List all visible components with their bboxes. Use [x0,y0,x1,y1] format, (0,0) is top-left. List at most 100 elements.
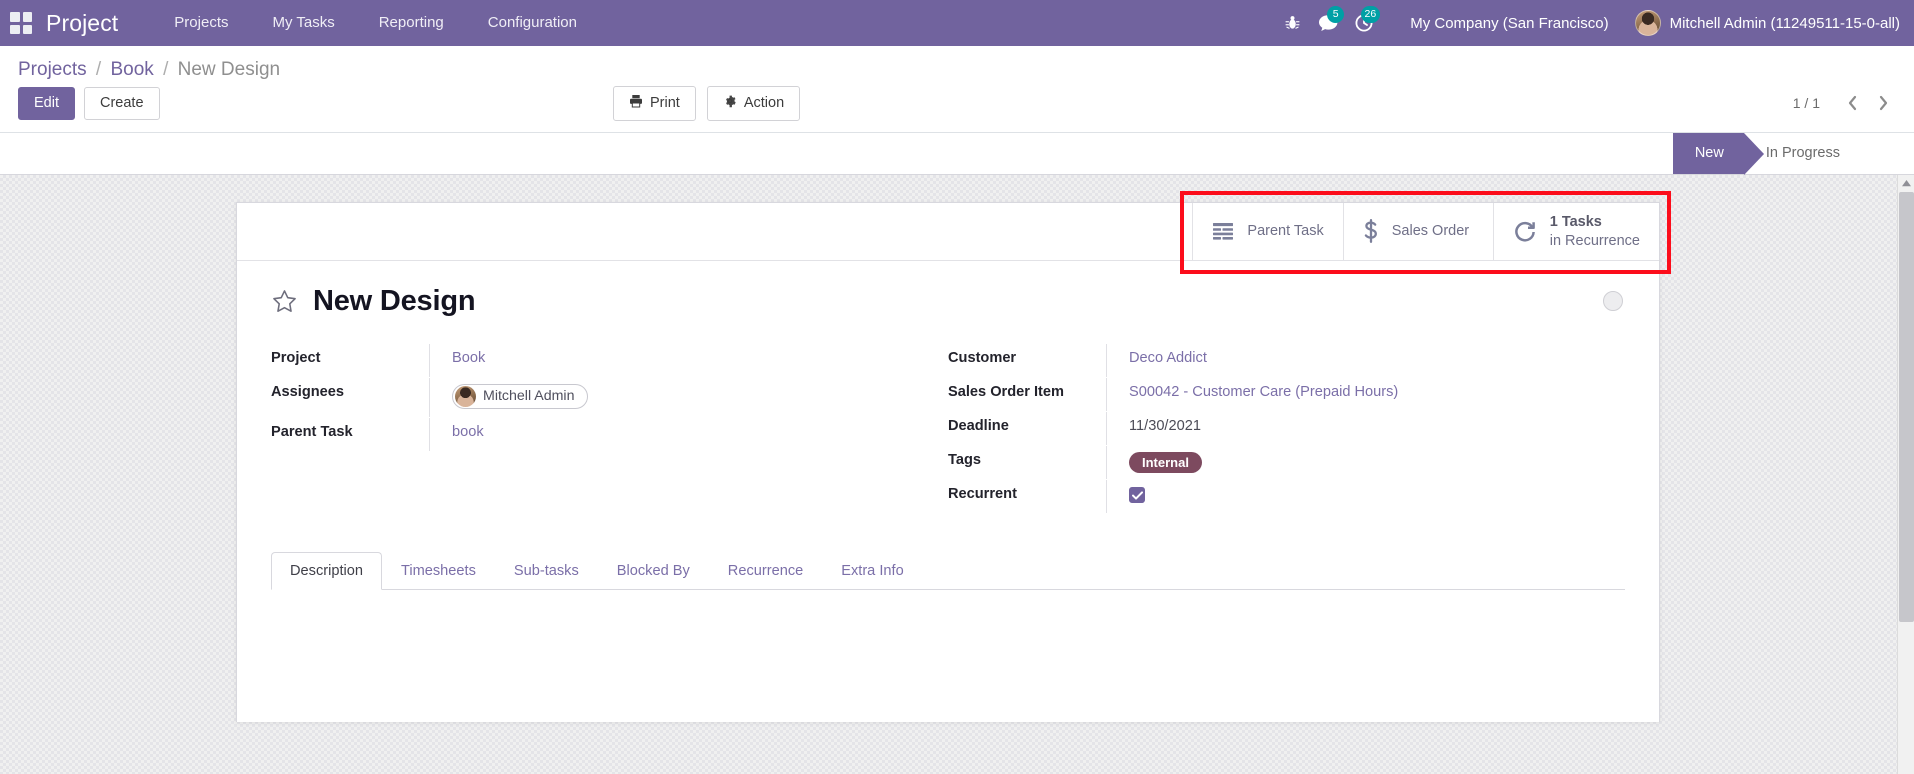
chat-bubble-icon[interactable]: 5 [1310,0,1346,46]
field-label: Recurrent [948,485,1017,502]
notebook-tabs: Description Timesheets Sub-tasks Blocked… [271,551,1625,590]
smart-button-sales-order[interactable]: Sales Order [1342,202,1493,260]
field-deadline: Deadline 11/30/2021 [948,411,1625,445]
breadcrumb-item-projects[interactable]: Projects [18,59,87,80]
menu-item-reporting[interactable]: Reporting [357,0,466,46]
field-label: Project [271,349,321,366]
list-lines-icon [1212,221,1234,241]
print-button[interactable]: Print [613,86,696,121]
kanban-state-circle-icon[interactable] [1603,290,1623,311]
caret-up-icon[interactable] [1898,174,1914,192]
smart-button-label: Parent Task [1247,223,1324,240]
bug-icon[interactable] [1274,0,1310,46]
avatar [1634,10,1661,36]
smart-buttons-row: Parent Task Sales Order 1 Tasks in Recur… [237,190,1671,274]
menu-item-projects[interactable]: Projects [152,0,250,46]
dollar-sign-icon [1363,219,1379,244]
tab-panel-description[interactable] [237,590,1659,710]
company-switcher[interactable]: My Company (San Francisco) [1410,15,1608,32]
field-link-sales-order-item[interactable]: S00042 - Customer Care (Prepaid Hours) [1129,384,1398,400]
tab-extra-info[interactable]: Extra Info [822,552,922,590]
print-button-label: Print [650,95,680,111]
statusbar: New In Progress [0,132,1914,175]
status-badge[interactable]: Internal [1129,451,1202,473]
smart-button-text: 1 Tasks in Recurrence [1550,212,1640,251]
tab-timesheets[interactable]: Timesheets [382,552,495,590]
smart-button-label: Sales Order [1391,223,1470,240]
field-label: Assignees [271,383,345,400]
apps-grid-icon[interactable] [10,12,32,34]
messaging-count-badge: 5 [1327,6,1345,23]
avatar [455,385,476,407]
scrollbar-thumb[interactable] [1899,191,1914,622]
printer-icon [629,94,643,113]
menu-item-configuration[interactable]: Configuration [466,0,599,46]
menu-item-my-tasks[interactable]: My Tasks [250,0,356,46]
field-link-customer[interactable]: Deco Addict [1129,350,1207,366]
chevron-right-icon[interactable] [1870,90,1896,116]
record-toolbar: Print Action [613,86,801,121]
tab-sub-tasks[interactable]: Sub-tasks [495,552,598,590]
field-recurrent: Recurrent [948,479,1625,513]
field-value: Book [429,343,948,377]
tab-blocked-by[interactable]: Blocked By [598,552,709,590]
control-panel-buttons-row: Edit Create Print Action 1 / 1 [18,86,1896,132]
user-name-label: Mitchell Admin (11249511-15-0-all) [1669,14,1900,32]
top-navbar: Project Projects My Tasks Reporting Conf… [0,0,1914,46]
breadcrumb-item-current: New Design [177,59,281,80]
stage-new[interactable]: New [1672,132,1764,175]
field-link-project[interactable]: Book [452,350,485,366]
app-brand-project[interactable]: Project [46,10,118,37]
control-panel: Projects / Book / New Design Edit Create… [0,46,1914,133]
star-outline-icon[interactable] [271,288,298,315]
field-label: Deadline [948,417,1009,434]
breadcrumb: Projects / Book / New Design [18,46,1896,87]
apps-grid-square [10,24,20,34]
tab-description[interactable]: Description [271,551,382,590]
field-project: Project Book [271,343,948,377]
pager-count: 1 / 1 [1792,95,1820,112]
field-value: Mitchell Admin [429,377,948,417]
assignee-name: Mitchell Admin [483,388,575,405]
smart-button-count: 1 Tasks [1549,213,1602,230]
field-value [1106,479,1625,513]
field-link-parent-task[interactable]: book [452,424,484,440]
clock-icon[interactable]: 26 [1346,0,1382,46]
field-label: Parent Task [271,423,353,440]
field-value: S00042 - Customer Care (Prepaid Hours) [1106,377,1625,411]
vertical-scrollbar[interactable] [1897,174,1914,774]
form-content-area: Parent Task Sales Order 1 Tasks in Recur… [0,174,1914,774]
navbar-right-section: 5 26 My Company (San Francisco) Mitchell… [1274,0,1914,46]
recurrent-checkbox[interactable] [1129,487,1145,504]
smart-buttons-group: Parent Task Sales Order 1 Tasks in Recur… [1180,190,1671,274]
field-value: Internal [1106,445,1625,479]
field-value-deadline: 11/30/2021 [1129,417,1201,434]
field-value: book [429,417,948,451]
smart-button-parent-task[interactable]: Parent Task [1192,202,1342,260]
record-sheet: Parent Task Sales Order 1 Tasks in Recur… [236,190,1671,722]
field-sales-order-item: Sales Order Item S00042 - Customer Care … [948,377,1625,411]
record-title-row: New Design [237,261,1659,324]
field-groups: Project Book Assignees Mitchell Admin Pa… [237,324,1659,514]
chevron-left-icon[interactable] [1839,90,1865,116]
breadcrumb-item-book[interactable]: Book [110,59,153,80]
edit-button[interactable]: Edit [18,87,75,120]
pager: 1 / 1 [1793,90,1896,116]
apps-grid-square [10,12,20,22]
assignee-chip[interactable]: Mitchell Admin [452,383,589,409]
smart-button-recurrence[interactable]: 1 Tasks in Recurrence [1492,202,1659,260]
record-actions: Edit Create [18,87,160,120]
field-label: Customer [948,349,1017,366]
field-group-left: Project Book Assignees Mitchell Admin Pa… [271,343,948,514]
smart-button-text: Parent Task [1247,221,1323,240]
smart-button-text: Sales Order [1392,221,1469,240]
create-button[interactable]: Create [84,87,160,120]
apps-grid-square [22,24,32,34]
breadcrumb-separator: / [95,59,102,80]
action-button[interactable]: Action [706,86,801,121]
user-menu[interactable]: Mitchell Admin (11249511-15-0-all) [1634,10,1900,36]
activities-count-badge: 26 [1360,6,1381,23]
field-value: 11/30/2021 [1106,411,1625,445]
field-parent-task: Parent Task book [271,417,948,451]
tab-recurrence[interactable]: Recurrence [709,552,822,590]
